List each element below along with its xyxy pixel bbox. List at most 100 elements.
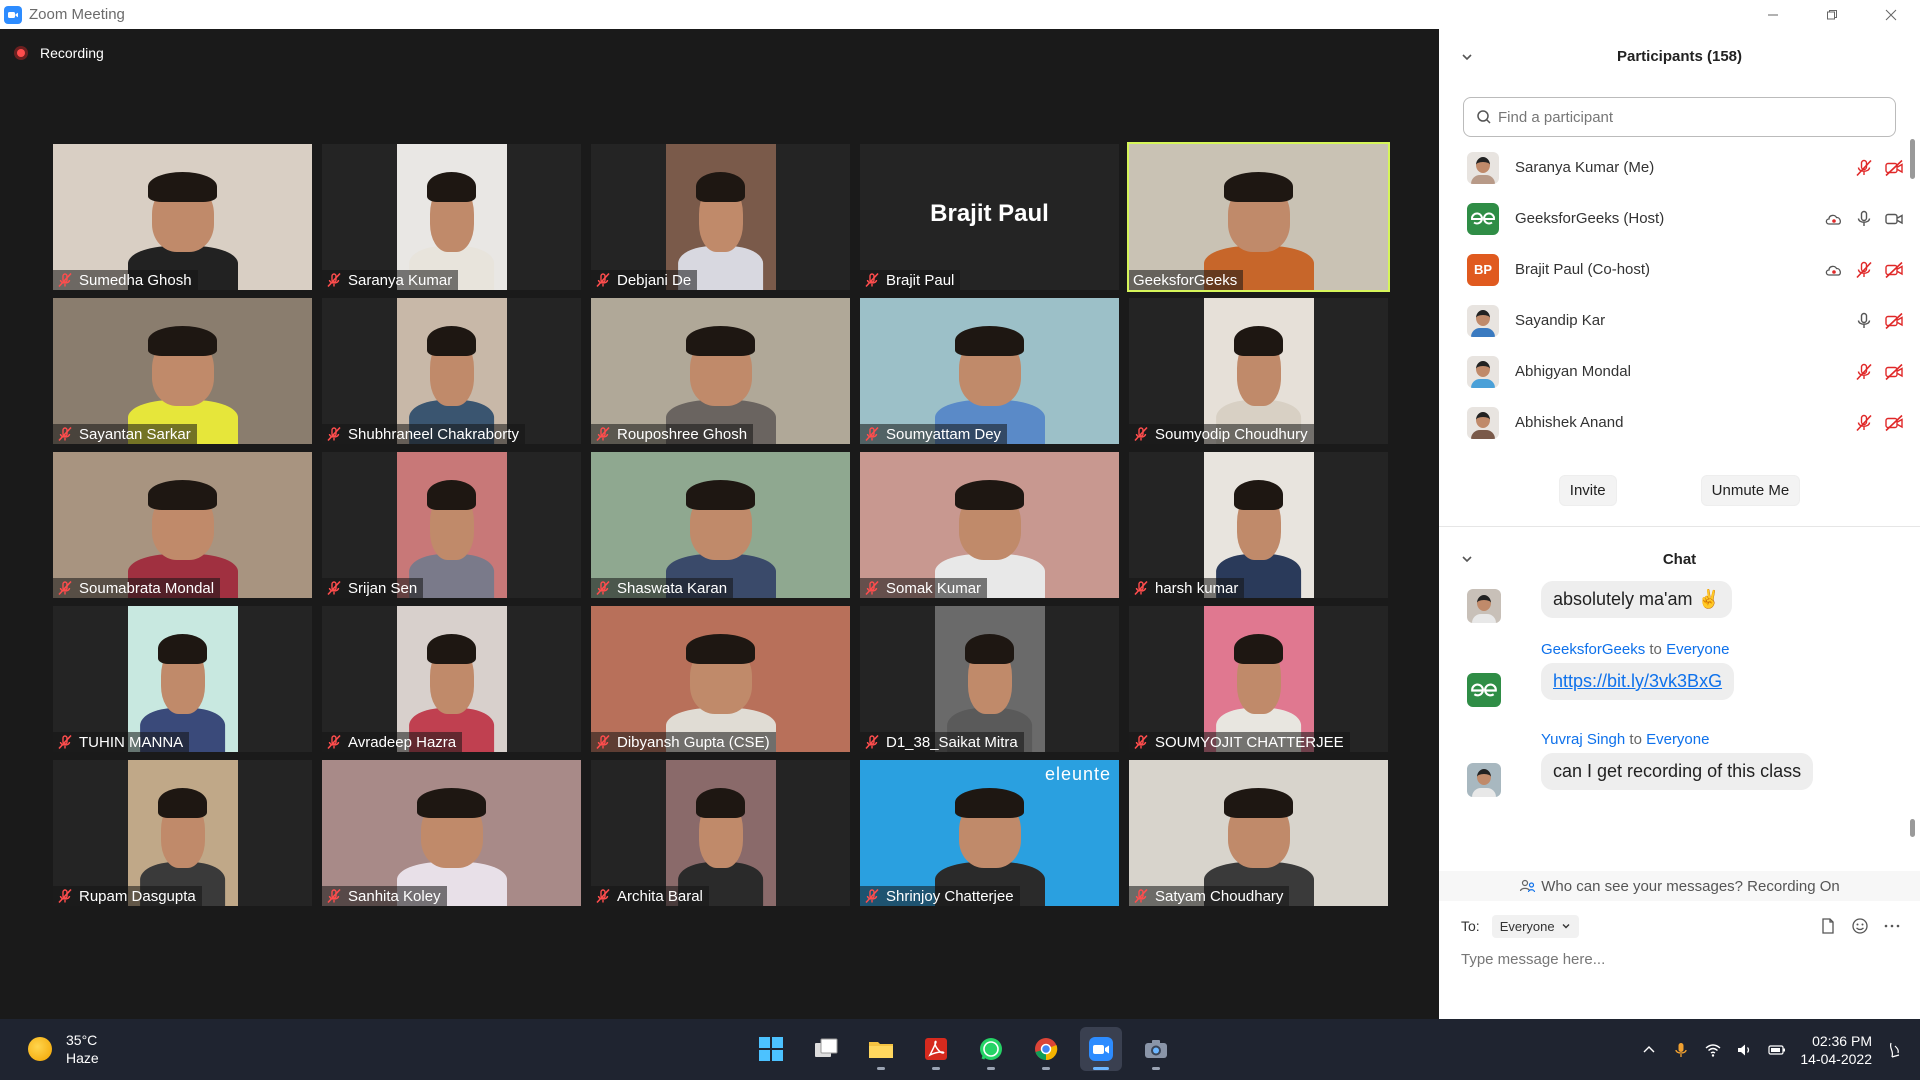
collapse-participants-icon[interactable] [1460,50,1474,64]
message-link[interactable]: https://bit.ly/3vk3BxG [1541,663,1735,700]
participant-row[interactable]: Sayandip Kar [1439,295,1904,346]
mic-muted-icon[interactable] [1854,413,1874,433]
restore-button[interactable] [1802,0,1861,29]
participant-row[interactable]: Abhigyan Mondal [1439,346,1904,397]
video-tile[interactable]: D1_38_Saikat Mitra [860,606,1119,752]
message-visibility-note[interactable]: Who can see your messages? Recording On [1439,871,1920,901]
video-tile[interactable]: Avradeep Hazra [322,606,581,752]
clock-date: 14-04-2022 [1800,1050,1872,1067]
microphone-icon[interactable] [1672,1041,1690,1059]
video-tile[interactable]: GeeksforGeeks [1127,142,1390,292]
video-tile[interactable]: Shubhraneel Chakraborty [322,298,581,444]
mic-icon[interactable] [1854,311,1874,331]
mic-muted-icon[interactable] [1854,158,1874,178]
video-off-icon[interactable] [1884,362,1904,382]
video-tile[interactable]: Srijan Sen [322,452,581,598]
notification-icon[interactable] [1886,1041,1904,1059]
video-tile[interactable]: Rupam Dasgupta [53,760,312,906]
emoji-icon[interactable] [1851,917,1869,935]
side-panel: Participants (158) Saranya Kumar (Me) Gee… [1439,29,1920,1019]
video-tile[interactable]: Dibyansh Gupta (CSE) [591,606,850,752]
video-tile[interactable]: Sayantan Sarkar [53,298,312,444]
participant-row[interactable]: Abhishek Anand [1439,397,1904,447]
video-tile[interactable]: Soumabrata Mondal [53,452,312,598]
recording-indicator[interactable]: Recording [14,45,104,61]
video-tile[interactable]: Sumedha Ghosh [53,144,312,290]
participant-name-plate: Soumabrata Mondal [53,578,221,598]
unmute-me-button[interactable]: Unmute Me [1700,475,1801,506]
sender-name[interactable]: Yuvraj Singh [1541,731,1625,748]
video-tile[interactable]: Soumyattam Dey [860,298,1119,444]
video-tile[interactable]: Debjani De [591,144,850,290]
camera-icon[interactable] [1135,1027,1177,1071]
close-button[interactable] [1861,0,1920,29]
person-face [157,634,208,715]
video-tile[interactable]: Satyam Choudhary [1129,760,1388,906]
video-tile[interactable]: TUHIN MANNA [53,606,312,752]
person-face [426,480,477,561]
video-feed [860,298,1119,444]
recording-cloud-icon [1825,214,1841,225]
video-off-icon[interactable] [1884,413,1904,433]
video-tile[interactable]: Saranya Kumar [322,144,581,290]
participant-name-plate: Brajit Paul [860,270,961,290]
video-tile[interactable]: Archita Baral [591,760,850,906]
participant-search[interactable] [1463,97,1896,137]
zoom-icon[interactable] [1080,1027,1122,1071]
clock[interactable]: 02:36 PM 14-04-2022 [1800,1032,1872,1068]
video-tile[interactable]: Sanhita Koley [322,760,581,906]
video-tile[interactable]: Brajit Paul Brajit Paul [860,144,1119,290]
wifi-icon[interactable] [1704,1041,1722,1059]
recipient-dropdown[interactable]: Everyone [1491,914,1579,938]
collapse-chat-icon[interactable] [1460,552,1474,566]
chevron-up-icon[interactable] [1640,1041,1658,1059]
person-face [416,788,487,869]
file-icon[interactable] [1819,917,1837,935]
chat-scrollbar[interactable] [1910,819,1915,837]
file-explorer-icon[interactable] [860,1027,902,1071]
mic-muted-icon[interactable] [1854,362,1874,382]
more-options-icon[interactable] [1883,917,1901,935]
mic-icon[interactable] [1854,209,1874,229]
minimize-button[interactable] [1743,0,1802,29]
mic-muted-icon[interactable] [1854,260,1874,280]
volume-icon[interactable] [1736,1041,1754,1059]
battery-icon[interactable] [1768,1041,1786,1059]
video-tile[interactable]: harsh kumar [1129,452,1388,598]
acrobat-icon[interactable] [915,1027,957,1071]
video-tile[interactable]: eleunte Shrinjoy Chatterjee [860,760,1119,906]
message-bubble: can I get recording of this class [1541,753,1814,790]
video-off-icon[interactable] [1884,158,1904,178]
video-tile[interactable]: SOUMYOJIT CHATTERJEE [1129,606,1388,752]
running-indicator [1152,1067,1160,1070]
participant-scrollbar[interactable] [1910,139,1915,179]
participant-name: GeeksforGeeks (Host) [1515,210,1665,227]
mic-muted-icon [596,272,610,288]
message-input[interactable] [1461,951,1891,968]
video-feed [53,452,312,598]
avatar [1467,406,1499,439]
video-off-icon[interactable] [1884,311,1904,331]
video-icon[interactable] [1884,209,1904,229]
visibility-note-text: Who can see your messages? Recording On [1541,877,1840,895]
video-tile[interactable]: Soumyodip Choudhury [1129,298,1388,444]
person-face [685,480,756,561]
weather-widget[interactable]: 35°C Haze [28,1031,99,1067]
chrome-icon[interactable] [1025,1027,1067,1071]
invite-button[interactable]: Invite [1558,475,1617,506]
participant-search-input[interactable] [1498,108,1878,126]
video-off-icon[interactable] [1884,260,1904,280]
participant-row[interactable]: GeeksforGeeks (Host) [1439,193,1904,244]
windows-start-icon[interactable] [750,1027,792,1071]
clock-time: 02:36 PM [1812,1032,1872,1049]
video-tile[interactable]: Somak Kumar [860,452,1119,598]
participant-row[interactable]: BP Brajit Paul (Co-host) [1439,244,1904,295]
mic-muted-icon [596,888,610,904]
video-tile[interactable]: Shaswata Karan [591,452,850,598]
sender-name[interactable]: GeeksforGeeks [1541,641,1645,658]
video-tile[interactable]: Rouposhree Ghosh [591,298,850,444]
whatsapp-icon[interactable] [970,1027,1012,1071]
task-view-icon[interactable] [805,1027,847,1071]
person-face [157,788,208,869]
participant-row[interactable]: Saranya Kumar (Me) [1439,142,1904,193]
